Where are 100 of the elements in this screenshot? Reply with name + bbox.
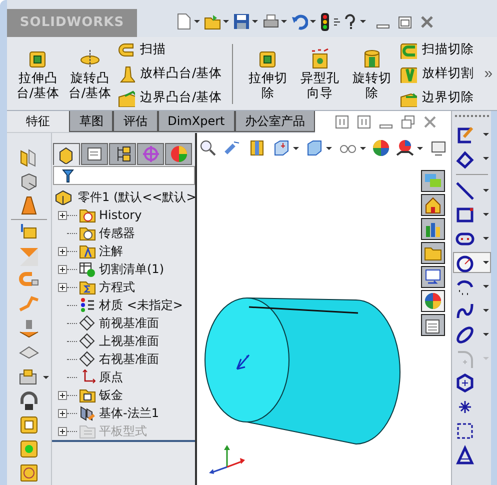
task-pane-tab[interactable] xyxy=(421,170,445,192)
printer-icon[interactable] xyxy=(262,13,279,30)
caret-icon[interactable] xyxy=(326,146,332,150)
caret-icon[interactable] xyxy=(360,20,366,23)
tree-item[interactable]: 基体-法兰1 xyxy=(99,404,159,422)
expand-icon[interactable] xyxy=(58,282,67,292)
new-document-icon[interactable] xyxy=(175,13,192,30)
ribbon-button[interactable]: 边界切除 xyxy=(399,88,474,106)
caret-icon[interactable] xyxy=(194,20,200,23)
caret-icon[interactable] xyxy=(482,261,488,264)
construction-geometry-icon[interactable] xyxy=(454,420,474,440)
panel-tab[interactable] xyxy=(81,143,108,165)
part-icon[interactable] xyxy=(54,189,74,205)
caret-icon[interactable] xyxy=(482,157,488,160)
tree-item[interactable]: 传感器 xyxy=(99,224,135,242)
caret-icon[interactable] xyxy=(292,146,299,150)
filter-icon[interactable] xyxy=(62,168,74,182)
ellipse-icon[interactable] xyxy=(454,324,474,344)
ribbon-button[interactable]: 拉伸切 除 xyxy=(243,48,294,100)
close-icon[interactable] xyxy=(420,14,434,28)
caret-icon[interactable] xyxy=(482,237,488,240)
task-pane-tab[interactable] xyxy=(421,218,445,240)
appearance-ball-icon[interactable] xyxy=(372,139,390,157)
view-orientation-icon[interactable] xyxy=(272,139,290,157)
expand-icon[interactable] xyxy=(58,408,67,418)
expand-icon[interactable] xyxy=(58,210,67,220)
task-pane-tab[interactable] xyxy=(421,314,445,336)
expand-icon[interactable] xyxy=(58,264,67,274)
tab[interactable]: 特征 xyxy=(7,111,70,132)
undo-icon[interactable] xyxy=(291,13,308,30)
line-icon[interactable] xyxy=(454,180,474,200)
tree-item[interactable]: History xyxy=(99,208,142,222)
ribbon-button[interactable]: 拉伸凸 台/基体 xyxy=(13,48,63,100)
help-icon[interactable] xyxy=(344,14,356,30)
box-icon[interactable] xyxy=(18,438,40,460)
text-icon[interactable] xyxy=(454,444,474,464)
caret-icon[interactable] xyxy=(482,213,488,216)
ribbon-button[interactable]: 放样凸台/基体 xyxy=(117,64,222,82)
task-pane-tab[interactable] xyxy=(421,194,445,216)
section-view-icon[interactable] xyxy=(248,139,266,157)
smart-dimension-icon[interactable] xyxy=(454,148,474,168)
tree-item[interactable]: 前视基准面 xyxy=(99,314,159,332)
close-icon[interactable] xyxy=(423,115,437,129)
caret-icon[interactable] xyxy=(223,20,229,23)
task-pane-tab[interactable] xyxy=(421,242,445,264)
caret-icon[interactable] xyxy=(482,309,488,312)
tree-item[interactable]: 注解 xyxy=(99,242,123,260)
more-button[interactable]: » xyxy=(484,65,493,82)
zoom-area-icon[interactable] xyxy=(223,139,242,157)
tree-item[interactable]: 方程式 xyxy=(99,278,135,296)
polygon-icon[interactable] xyxy=(454,372,474,392)
task-pane-tab[interactable] xyxy=(421,266,445,288)
ribbon-button[interactable]: 旋转凸 台/基体 xyxy=(65,48,115,100)
tree-item[interactable]: 原点 xyxy=(99,368,123,386)
ribbon-button[interactable]: 扫描切除 xyxy=(399,40,474,58)
cut-list-icon xyxy=(79,260,96,278)
caret-icon[interactable] xyxy=(360,146,366,150)
caret-icon[interactable] xyxy=(482,285,488,288)
ribbon-button[interactable]: 异型孔 向导 xyxy=(295,48,346,100)
maximize-icon[interactable] xyxy=(398,14,412,28)
tab[interactable]: 评估 xyxy=(113,111,158,132)
traffic-light-icon[interactable] xyxy=(320,12,330,30)
tree-item[interactable]: 材质 <未指定> xyxy=(99,296,183,314)
caret-icon[interactable] xyxy=(252,20,258,23)
monitor-icon[interactable] xyxy=(430,139,448,157)
tile-right-icon[interactable] xyxy=(357,115,371,129)
ribbon-button[interactable]: 放样切割 xyxy=(399,64,474,82)
box-icon[interactable] xyxy=(18,414,40,436)
panel-tab[interactable] xyxy=(53,143,80,165)
tab[interactable]: 办公室产品 xyxy=(234,111,315,132)
tree-item[interactable]: 右视基准面 xyxy=(99,350,159,368)
folder-icon[interactable] xyxy=(204,13,221,30)
caret-icon[interactable] xyxy=(310,20,316,23)
expand-icon[interactable] xyxy=(58,390,67,400)
save-icon[interactable] xyxy=(233,13,250,30)
caret-icon[interactable] xyxy=(482,333,488,336)
restore-icon[interactable] xyxy=(401,115,415,129)
expand-icon[interactable] xyxy=(58,246,67,256)
tree-item[interactable]: 零件1 (默认<<默认> xyxy=(78,188,196,206)
box-icon[interactable] xyxy=(18,462,40,484)
caret-icon[interactable] xyxy=(417,146,424,150)
ribbon-button[interactable]: 扫描 xyxy=(117,40,222,58)
tab[interactable]: DimXpert xyxy=(158,111,235,132)
tree-item[interactable]: 钣金 xyxy=(99,386,123,404)
ribbon-button[interactable]: 旋转切 除 xyxy=(347,48,398,100)
caret-icon[interactable] xyxy=(281,20,287,23)
caret-icon[interactable] xyxy=(482,189,488,192)
tree-item[interactable]: 切割清单(1) xyxy=(99,260,164,278)
panel-tab[interactable] xyxy=(109,143,136,165)
zoom-icon[interactable] xyxy=(199,139,217,157)
display-style-icon[interactable] xyxy=(305,139,324,157)
ribbon-button[interactable]: 边界凸台/基体 xyxy=(117,88,222,106)
tree-item[interactable]: 上视基准面 xyxy=(99,332,159,350)
filter-field[interactable] xyxy=(53,166,195,185)
tab[interactable]: 草图 xyxy=(69,111,114,132)
tile-left-icon[interactable] xyxy=(335,115,349,129)
caret-icon[interactable] xyxy=(482,133,488,136)
task-pane-tab[interactable] xyxy=(421,290,445,312)
scene-icon[interactable] xyxy=(396,139,414,157)
caret-icon[interactable] xyxy=(43,376,49,378)
